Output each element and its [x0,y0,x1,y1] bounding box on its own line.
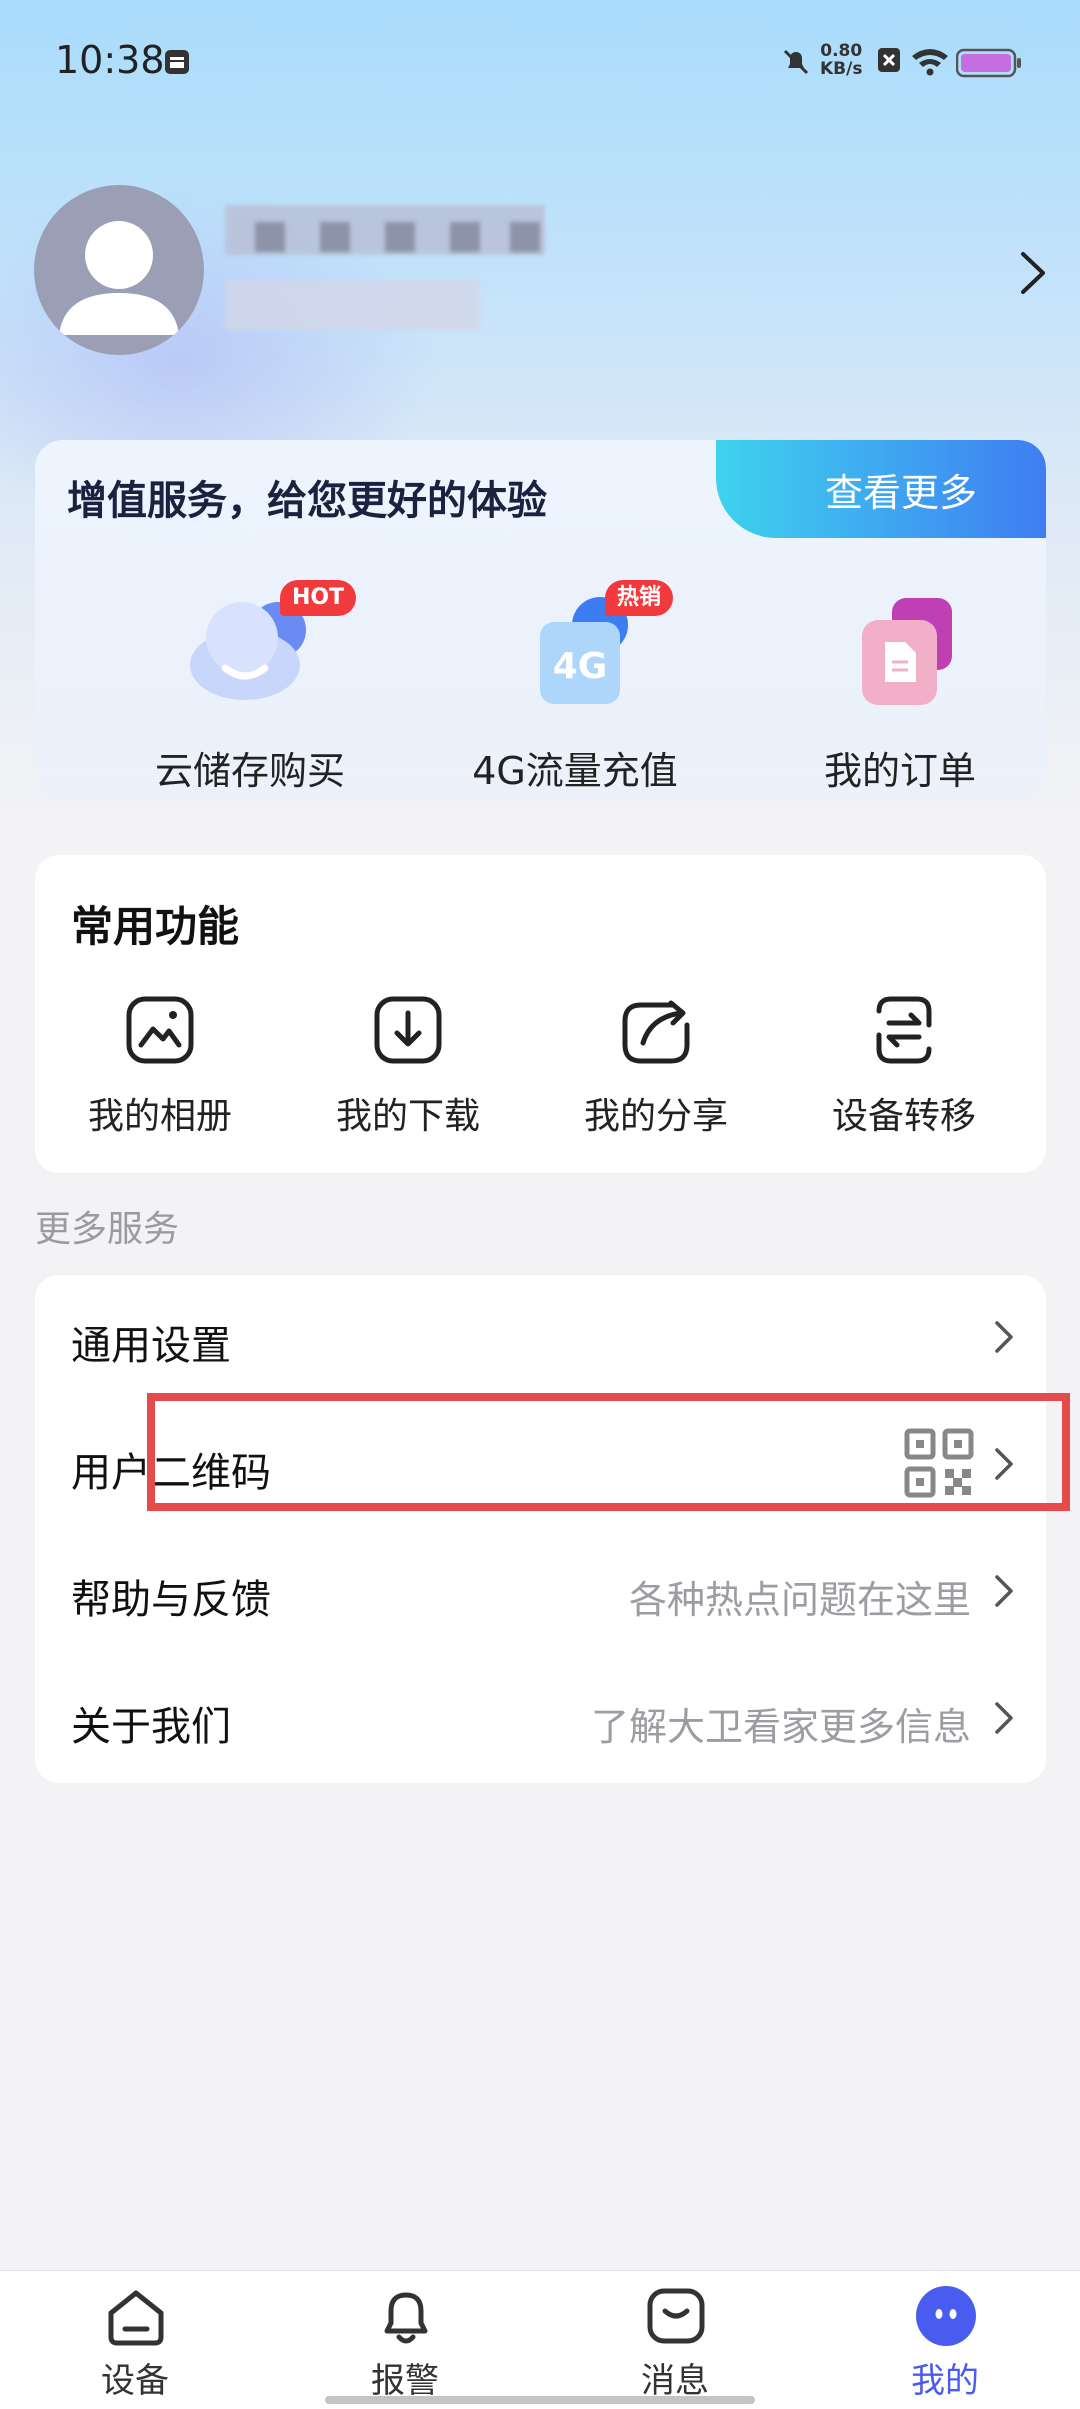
profile-chevron-right-icon[interactable] [1015,248,1051,298]
value-added-services-card: 增值服务，给您更好的体验 查看更多 HOT 云储存购买 4G 热销 4G流量充值 [35,440,1046,800]
message-icon [647,2288,705,2344]
vas-title: 增值服务，给您更好的体验 [67,478,547,524]
common-functions-title: 常用功能 [71,902,240,951]
wifi-icon [912,49,948,76]
row-hint: 了解大卫看家更多信息 [590,1705,971,1749]
chevron-right-icon [995,1702,1013,1734]
mute-bell-icon [783,49,809,75]
tab-device[interactable]: 设备 [0,2271,270,2409]
func-my-downloads[interactable]: 我的下载 [283,995,533,1145]
profile-icon [916,2286,976,2346]
vas-item-label: 4G流量充值 [472,749,678,793]
sim-off-icon [878,48,900,72]
hot-badge: HOT [280,580,357,616]
device-icon [108,2290,164,2346]
tab-alarm[interactable]: 报警 [270,2271,540,2409]
vas-item-label: 我的订单 [823,749,976,793]
func-label: 设备转移 [831,1096,976,1137]
tab-label: 我的 [911,2361,979,2401]
status-time: 10:38 [55,38,165,82]
network-speed-value: 0.80 [820,41,863,61]
album-icon [126,996,194,1064]
row-help-feedback[interactable]: 帮助与反馈 各种热点问题在这里 [35,1529,1046,1656]
tab-label: 设备 [101,2361,169,2401]
bottom-tab-bar: 设备 报警 消息 我的 [0,2270,1080,2409]
func-label: 我的分享 [583,1096,728,1137]
network-speed-unit: KB/s [820,59,863,79]
chevron-right-icon [995,1321,1013,1353]
avatar[interactable] [34,185,204,355]
bell-icon [384,2292,428,2344]
battery-icon [956,48,1021,78]
tab-mine[interactable]: 我的 [810,2271,1080,2409]
default-avatar-icon [59,221,179,335]
share-icon [622,1000,690,1064]
order-icon [862,598,952,705]
download-icon [374,996,442,1064]
row-label: 通用设置 [71,1323,231,1369]
hot-sale-badge: 热销 [605,580,674,616]
home-indicator[interactable] [325,2396,755,2404]
status-bar: 10:38 0.80 KB/s [0,0,1080,120]
tab-messages[interactable]: 消息 [540,2271,810,2409]
tab-label: 消息 [641,2361,709,2401]
common-functions-card: 常用功能 我的相册 我的下载 我的分享 设备转移 [35,855,1046,1173]
network-speed: 0.80 KB/s [820,42,862,78]
vas-item-label: 云储存购买 [154,749,345,793]
svg-text:4G: 4G [553,646,608,687]
more-services-section-label: 更多服务 [35,1209,180,1250]
highlight-annotation-box [147,1393,1070,1511]
func-my-album[interactable]: 我的相册 [35,995,285,1145]
transfer-icon [876,996,932,1064]
tab-label: 报警 [371,2361,439,2401]
more-services-list: 通用设置 用户二维码 帮助与反馈 各种热点问题在这里 关于我们 了解大卫看家更多… [35,1275,1046,1783]
view-more-button[interactable]: 查看更多 [716,440,1046,538]
row-hint: 各种热点问题在这里 [628,1578,971,1622]
chevron-right-icon [995,1575,1013,1607]
row-general-settings[interactable]: 通用设置 [35,1275,1046,1402]
func-label: 我的下载 [335,1096,480,1137]
func-label: 我的相册 [87,1096,232,1137]
row-label: 关于我们 [71,1704,231,1750]
func-my-shares[interactable]: 我的分享 [531,995,781,1145]
notification-app-icon [165,50,189,74]
func-device-transfer[interactable]: 设备转移 [779,995,1029,1145]
row-label: 帮助与反馈 [71,1577,271,1623]
row-about-us[interactable]: 关于我们 了解大卫看家更多信息 [35,1656,1046,1783]
